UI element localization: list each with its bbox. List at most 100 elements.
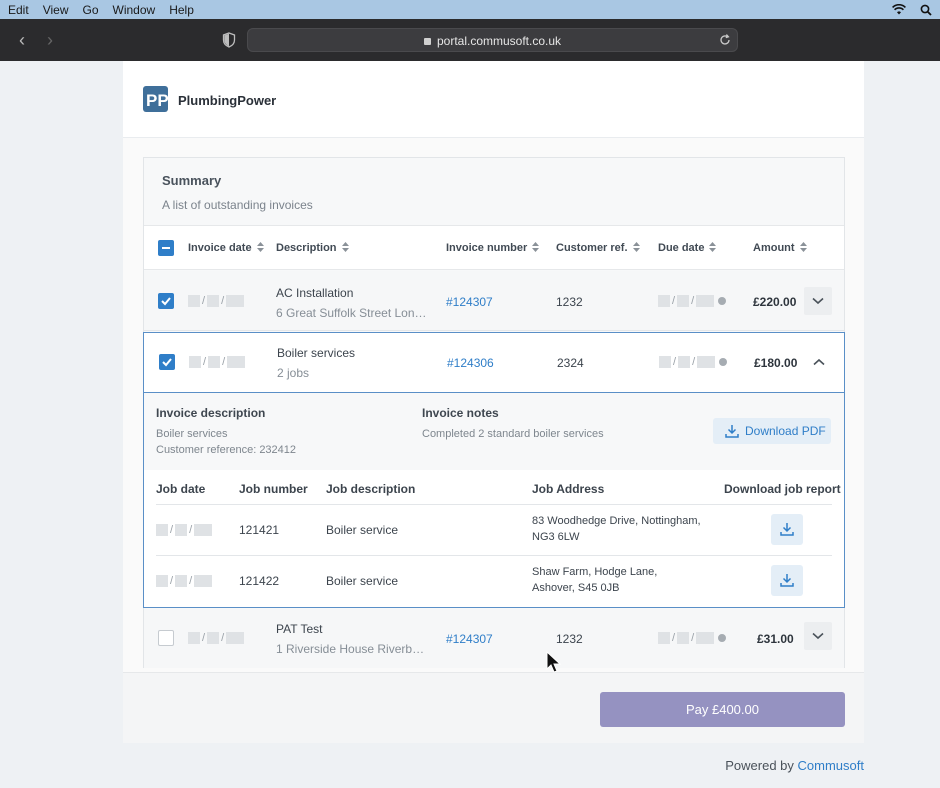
invoice-description-heading: Invoice description [156,406,266,420]
row-address: 6 Great Suffolk Street Lond... [276,306,428,320]
menu-go[interactable]: Go [82,3,98,17]
address-bar[interactable]: portal.commusoft.co.uk [247,28,738,52]
lock-icon [423,38,431,45]
back-icon[interactable]: ‹ [14,30,30,50]
col-download-job-report: Download job report [724,482,841,496]
invoice-row[interactable]: / / PAT Test 1 Riverside House Riverban..… [144,609,844,668]
invoice-row[interactable]: / / AC Installation 6 Great Suffolk Stree… [144,271,844,331]
col-customer-ref[interactable]: Customer ref. [556,242,640,254]
menu-help[interactable]: Help [169,3,194,17]
expand-row-button[interactable] [804,287,832,315]
job-description: Boiler service [326,574,399,588]
sort-icon [632,242,640,253]
col-job-number: Job number [239,482,308,496]
info-icon[interactable] [719,358,728,366]
mouse-cursor-icon [546,651,562,673]
row-checkbox[interactable] [158,293,174,309]
divider [156,504,832,505]
select-all-checkbox[interactable] [158,240,174,256]
row-amount: £180.00 [754,356,798,370]
sort-icon [799,242,807,253]
invoice-number-link[interactable]: #124307 [446,632,493,646]
browser-toolbar: ‹ › portal.commusoft.co.uk [0,19,940,61]
jobs-table: Job date Job number Job description Job … [144,470,844,607]
job-address-line2: NG3 6LW [532,531,580,543]
col-amount[interactable]: Amount [753,242,807,254]
download-icon [725,425,739,438]
job-number: 121422 [239,574,280,588]
row-checkbox[interactable] [158,630,174,646]
row-description: PAT Test [276,622,323,636]
chevron-down-icon [812,632,824,640]
customer-ref: 1232 [556,295,583,309]
info-icon[interactable] [718,297,727,305]
customer-ref: 1232 [556,632,583,646]
invoice-date-placeholder: / / [188,632,245,644]
job-date-placeholder: / / [156,524,213,536]
row-description: Boiler services [277,346,356,360]
invoice-notes-heading: Invoice notes [422,406,499,420]
customer-reference-text: Customer reference: 232412 [156,444,297,456]
chevron-up-icon [813,358,825,366]
row-address: 1 Riverside House Riverban... [276,642,428,656]
menu-view[interactable]: View [43,3,69,17]
invoice-date-placeholder: / / [189,356,246,368]
expand-row-button[interactable] [804,622,832,650]
url-text: portal.commusoft.co.uk [436,34,562,48]
invoice-detail-panel: Invoice description Boiler services Cust… [143,393,845,608]
col-due-date[interactable]: Due date [658,242,717,254]
job-number: 121421 [239,523,280,537]
invoice-summary-panel: Summary A list of outstanding invoices I… [143,157,845,668]
row-amount: £31.00 [757,632,794,646]
search-icon[interactable] [920,4,932,16]
row-jobs-count: 2 jobs [277,366,310,380]
download-pdf-button[interactable]: Download PDF [713,418,831,444]
menu-edit[interactable]: Edit [8,3,29,17]
pay-button[interactable]: Pay £400.00 [600,692,845,727]
col-invoice-number[interactable]: Invoice number [446,242,540,254]
privacy-shield-icon[interactable] [222,32,236,48]
col-job-date: Job date [156,482,206,496]
col-job-description: Job description [326,482,416,496]
col-description[interactable]: Description [276,242,349,254]
due-date-placeholder: / / [658,632,727,644]
due-date-placeholder: / / [658,295,727,307]
sort-icon [256,242,264,253]
download-job-report-button[interactable] [771,565,803,596]
summary-subtitle: A list of outstanding invoices [162,198,313,212]
row-description: AC Installation [276,286,354,300]
divider [156,555,832,556]
due-date-placeholder: / / [659,356,728,368]
download-icon [780,574,794,587]
summary-title: Summary [162,173,222,188]
portal-page: PP PlumbingPower Summary A list of outst… [123,61,864,743]
collapse-row-button[interactable] [805,348,833,376]
table-header: Invoice date Description Invoice number … [144,225,844,270]
job-description: Boiler service [326,523,399,537]
svg-text:PP: PP [146,91,168,110]
invoice-number-link[interactable]: #124307 [446,295,493,309]
col-invoice-date[interactable]: Invoice date [188,242,264,254]
plumbingpower-logo: PP [143,86,169,112]
sort-icon [709,242,717,253]
wifi-icon[interactable] [892,4,906,15]
commusoft-link[interactable]: Commusoft [798,758,864,773]
col-job-address: Job Address [532,482,605,496]
download-icon [780,523,794,536]
menu-window[interactable]: Window [113,3,156,17]
info-icon[interactable] [718,634,727,642]
invoice-number-link[interactable]: #124306 [447,356,494,370]
row-checkbox[interactable] [159,354,175,370]
invoice-row-expanded[interactable]: / / Boiler services 2 jobs #124306 2324 /… [143,332,845,393]
forward-icon[interactable]: › [42,30,58,50]
row-amount: £220.00 [753,295,797,309]
invoice-date-placeholder: / / [188,295,245,307]
job-address-line1: Shaw Farm, Hodge Lane, [532,566,658,578]
reload-icon[interactable] [717,32,733,48]
sort-icon [532,242,540,253]
sort-icon [341,242,349,253]
download-job-report-button[interactable] [771,514,803,545]
customer-ref: 2324 [557,356,584,370]
powered-by: Powered by Commusoft [725,758,864,773]
job-date-placeholder: / / [156,575,213,587]
